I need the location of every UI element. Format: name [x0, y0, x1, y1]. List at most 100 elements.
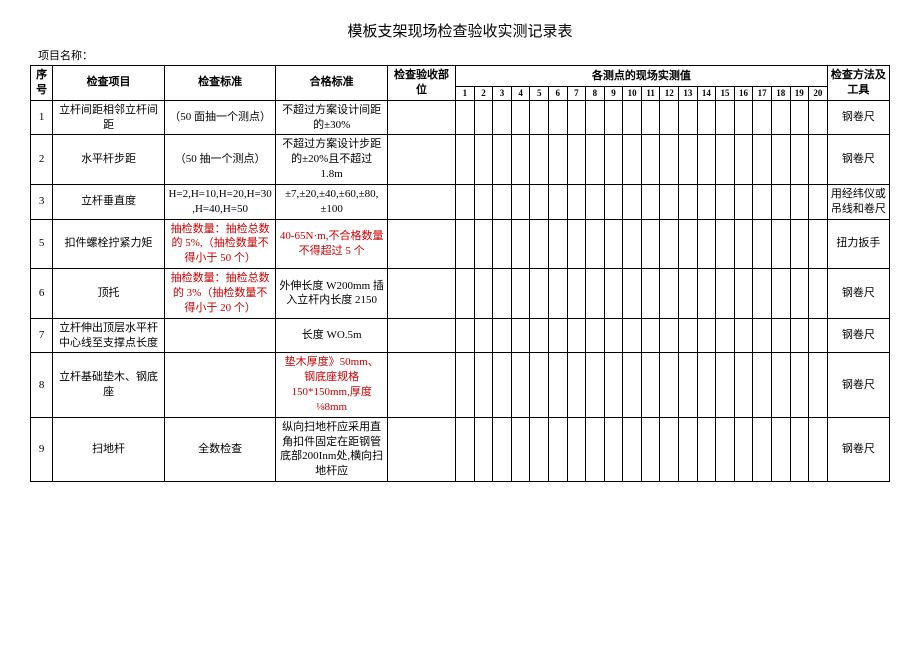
cell-part: [387, 100, 455, 135]
cell-measure: [660, 318, 679, 353]
cell-std: [164, 318, 276, 353]
cell-measure: [679, 219, 698, 269]
cell-method: 用经纬仪或吊线和卷尺: [827, 184, 889, 219]
cell-measure: [474, 269, 493, 319]
cell-measure: [809, 219, 828, 269]
cell-measure: [809, 318, 828, 353]
cell-measure: [493, 219, 512, 269]
cell-method: 钢卷尺: [827, 100, 889, 135]
page-title: 模板支架现场检查验收实测记录表: [30, 20, 890, 41]
cell-measure: [548, 219, 567, 269]
cell-measure: [548, 269, 567, 319]
cell-measure: [753, 135, 772, 185]
cell-measure: [530, 100, 549, 135]
cell-measure: [456, 269, 475, 319]
cell-measure: [641, 318, 660, 353]
cell-seq: 3: [31, 184, 53, 219]
cell-measure: [697, 318, 716, 353]
cell-measure: [511, 135, 530, 185]
cell-item: 扣件螺栓拧紧力矩: [53, 219, 165, 269]
cell-measure: [530, 353, 549, 417]
cell-measure: [493, 318, 512, 353]
cell-pass: 外伸长度 W200mm 插入立杆内长度 2150: [276, 269, 388, 319]
h-n15: 15: [716, 86, 735, 100]
cell-pass: 纵向扫地杆应采用直角扣件固定在距钢管底部200Inm处,横向扫地杆应: [276, 417, 388, 481]
h-n4: 4: [511, 86, 530, 100]
cell-measure: [753, 417, 772, 481]
cell-measure: [641, 100, 660, 135]
cell-measure: [567, 100, 586, 135]
cell-measure: [586, 184, 605, 219]
cell-measure: [641, 353, 660, 417]
cell-measure: [734, 100, 753, 135]
cell-measure: [511, 219, 530, 269]
cell-measure: [623, 269, 642, 319]
cell-measure: [604, 184, 623, 219]
cell-measure: [679, 135, 698, 185]
cell-measure: [771, 219, 790, 269]
cell-std: H=2,H=10,H=20,H=30,H=40,H=50: [164, 184, 276, 219]
cell-item: 立杆基础垫木、钢底座: [53, 353, 165, 417]
cell-measure: [790, 269, 809, 319]
cell-measure: [511, 417, 530, 481]
cell-measure: [493, 100, 512, 135]
h-pass: 合格标准: [276, 66, 388, 101]
cell-measure: [567, 184, 586, 219]
cell-measure: [734, 353, 753, 417]
header-row-1: 序号 检查项目 检查标准 合格标准 检查验收部位 各测点的现场实测值 检查方法及…: [31, 66, 890, 87]
cell-measure: [567, 135, 586, 185]
cell-measure: [567, 219, 586, 269]
cell-seq: 6: [31, 269, 53, 319]
cell-measure: [604, 417, 623, 481]
cell-measure: [790, 318, 809, 353]
cell-measure: [623, 318, 642, 353]
cell-pass: 垫木厚度》50mm、钢底座规格150*150mm,厚度⅛8mm: [276, 353, 388, 417]
cell-seq: 7: [31, 318, 53, 353]
cell-measure: [790, 353, 809, 417]
cell-measure: [679, 353, 698, 417]
cell-std: 抽检数量：抽检总数的 3%（抽检数量不得小于 20 个）: [164, 269, 276, 319]
cell-measure: [809, 417, 828, 481]
h-n2: 2: [474, 86, 493, 100]
cell-measure: [734, 269, 753, 319]
cell-measure: [697, 100, 716, 135]
cell-measure: [548, 100, 567, 135]
cell-measure: [716, 100, 735, 135]
cell-measure: [456, 100, 475, 135]
cell-measure: [493, 417, 512, 481]
cell-item: 立杆伸出顶层水平杆中心线至支撑点长度: [53, 318, 165, 353]
cell-measure: [809, 184, 828, 219]
cell-std: （50 面抽一个测点）: [164, 100, 276, 135]
cell-pass: 不超过方案设计间距的±30%: [276, 100, 388, 135]
cell-item: 立杆垂直度: [53, 184, 165, 219]
cell-measure: [734, 318, 753, 353]
cell-seq: 1: [31, 100, 53, 135]
cell-measure: [586, 100, 605, 135]
cell-measure: [660, 219, 679, 269]
cell-measure: [660, 353, 679, 417]
cell-measure: [586, 318, 605, 353]
cell-measure: [716, 219, 735, 269]
cell-measure: [530, 135, 549, 185]
cell-std: 抽检数量：抽检总数的 5%,（抽检数量不得小于 50 个）: [164, 219, 276, 269]
cell-measure: [548, 184, 567, 219]
h-n8: 8: [586, 86, 605, 100]
cell-measure: [660, 417, 679, 481]
cell-part: [387, 417, 455, 481]
cell-measure: [716, 417, 735, 481]
table-row: 1立杆间距相邻立杆间距（50 面抽一个测点）不超过方案设计间距的±30%钢卷尺: [31, 100, 890, 135]
cell-measure: [716, 269, 735, 319]
table-row: 9扫地杆全数检查纵向扫地杆应采用直角扣件固定在距钢管底部200Inm处,横向扫地…: [31, 417, 890, 481]
cell-part: [387, 269, 455, 319]
cell-measure: [511, 269, 530, 319]
cell-measure: [456, 318, 475, 353]
cell-measure: [474, 135, 493, 185]
cell-method: 钢卷尺: [827, 269, 889, 319]
cell-pass: ±7,±20,±40,±60,±80,±100: [276, 184, 388, 219]
cell-measure: [586, 269, 605, 319]
cell-measure: [753, 269, 772, 319]
cell-part: [387, 353, 455, 417]
h-n13: 13: [679, 86, 698, 100]
cell-measure: [530, 269, 549, 319]
cell-measure: [790, 100, 809, 135]
